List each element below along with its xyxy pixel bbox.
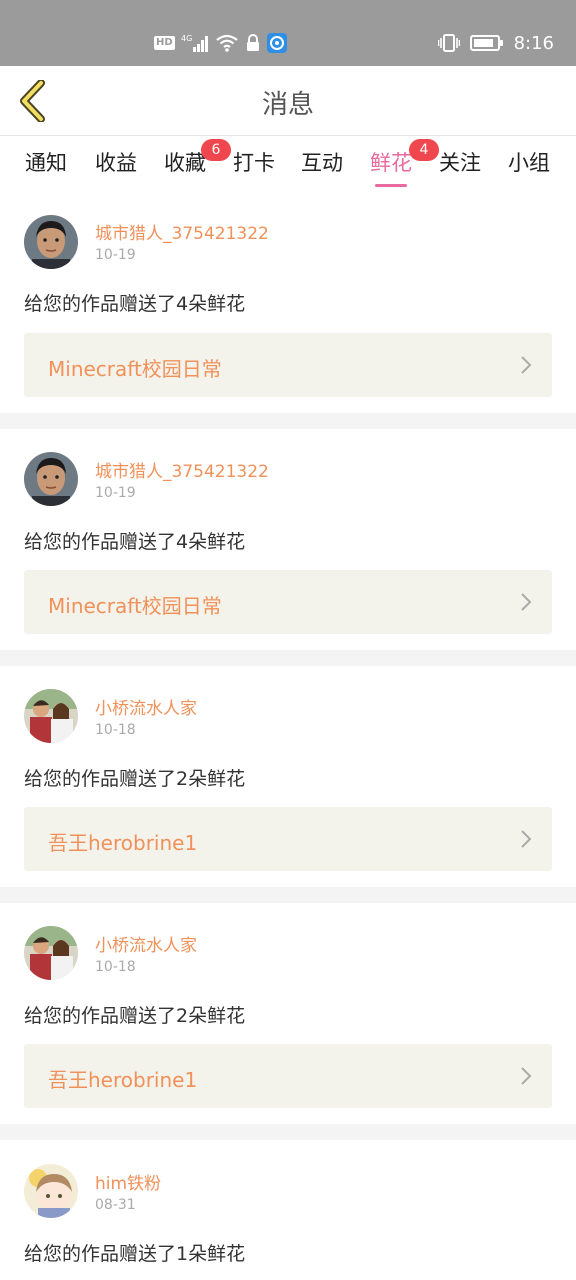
message-text: 给您的作品赠送了1朵鲜花 [24,1243,246,1265]
clock: 8:16 [513,32,554,54]
active-tab-indicator [375,184,407,187]
username[interactable]: 城市猎人_375421322 [95,219,269,244]
message-text: 给您的作品赠送了2朵鲜花 [24,768,246,790]
message-text: 给您的作品赠送了4朵鲜花 [24,293,246,315]
hd-icon: HD [154,36,175,50]
work-link[interactable]: Minecraft校园日常 [24,570,552,634]
svg-text:4G: 4G [181,34,192,43]
avatar[interactable] [24,689,78,743]
work-title: 吾王herobrine1 [48,831,198,855]
tab-groups[interactable]: 小组 [499,147,559,187]
divider [0,413,576,429]
avatar[interactable] [24,926,78,980]
message-card: 城市猎人_375421322 10-19 给您的作品赠送了4朵鲜花 Minecr… [0,197,576,413]
vibrate-icon [437,33,460,53]
tab-label: 鲜花 [370,151,412,175]
tab-following[interactable]: 关注 [430,147,490,187]
work-link[interactable]: 吾王herobrine1 [24,807,552,871]
message-text: 给您的作品赠送了2朵鲜花 [24,1005,246,1027]
message-card: him铁粉 08-31 给您的作品赠送了1朵鲜花 [0,1140,576,1280]
work-title: 吾王herobrine1 [48,1068,198,1092]
timestamp: 10-19 [95,485,136,501]
username[interactable]: 小桥流水人家 [95,931,197,956]
avatar[interactable] [24,1164,78,1218]
timestamp: 10-18 [95,959,136,975]
username[interactable]: 小桥流水人家 [95,694,197,719]
tab-label: 关注 [439,151,481,175]
tab-flowers[interactable]: 鲜花 4 [361,139,439,187]
anime-avatar-icon [24,1164,78,1218]
page-title: 消息 [261,90,314,120]
message-card: 小桥流水人家 10-18 给您的作品赠送了2朵鲜花 吾王herobrine1 [0,903,576,1124]
work-link[interactable]: Minecraft校园日常 [24,333,552,397]
tab-interactions[interactable]: 互动 [292,147,352,187]
couple-avatar-icon [24,926,78,980]
avatar[interactable] [24,452,78,506]
couple-avatar-icon [24,689,78,743]
message-card: 小桥流水人家 10-18 给您的作品赠送了2朵鲜花 吾王herobrine1 [0,666,576,887]
tab-label: 打卡 [233,151,275,175]
boy-avatar-icon [24,452,78,506]
tab-checkin[interactable]: 打卡 [224,147,284,187]
lock-icon [245,34,261,52]
wifi-icon [215,33,239,53]
chevron-right-icon [521,1067,532,1085]
tab-label: 互动 [301,151,343,175]
work-title: Minecraft校园日常 [48,357,222,381]
work-link[interactable]: 吾王herobrine1 [24,1044,552,1108]
tab-notifications[interactable]: 通知 [16,147,76,187]
tab-label: 收益 [95,151,137,175]
app-notification-icon [266,33,287,53]
header: 消息 [0,66,576,136]
message-card: 城市猎人_375421322 10-19 给您的作品赠送了4朵鲜花 Minecr… [0,429,576,650]
tab-earnings[interactable]: 收益 [86,147,146,187]
battery-icon [469,34,504,52]
status-bar: HD 4G 8:16 [0,0,576,66]
chevron-right-icon [521,830,532,848]
work-title: Minecraft校园日常 [48,594,222,618]
divider [0,650,576,666]
timestamp: 10-18 [95,722,136,738]
tab-label: 收藏 [164,151,206,175]
message-text: 给您的作品赠送了4朵鲜花 [24,531,246,553]
tab-label: 通知 [25,151,67,175]
tab-label: 小组 [508,151,550,175]
tab-favorites[interactable]: 收藏 6 [155,139,231,187]
timestamp: 10-19 [95,247,136,263]
username[interactable]: 城市猎人_375421322 [95,457,269,482]
signal-icon: 4G [181,33,209,53]
tab-bar: 通知 收益 收藏 6 打卡 互动 鲜花 4 关注 小组 [0,137,576,193]
timestamp: 08-31 [95,1197,136,1213]
boy-avatar-icon [24,215,78,269]
chevron-right-icon [521,356,532,374]
chevron-right-icon [521,593,532,611]
divider [0,1124,576,1140]
username[interactable]: him铁粉 [95,1169,161,1194]
divider [0,887,576,903]
avatar[interactable] [24,215,78,269]
